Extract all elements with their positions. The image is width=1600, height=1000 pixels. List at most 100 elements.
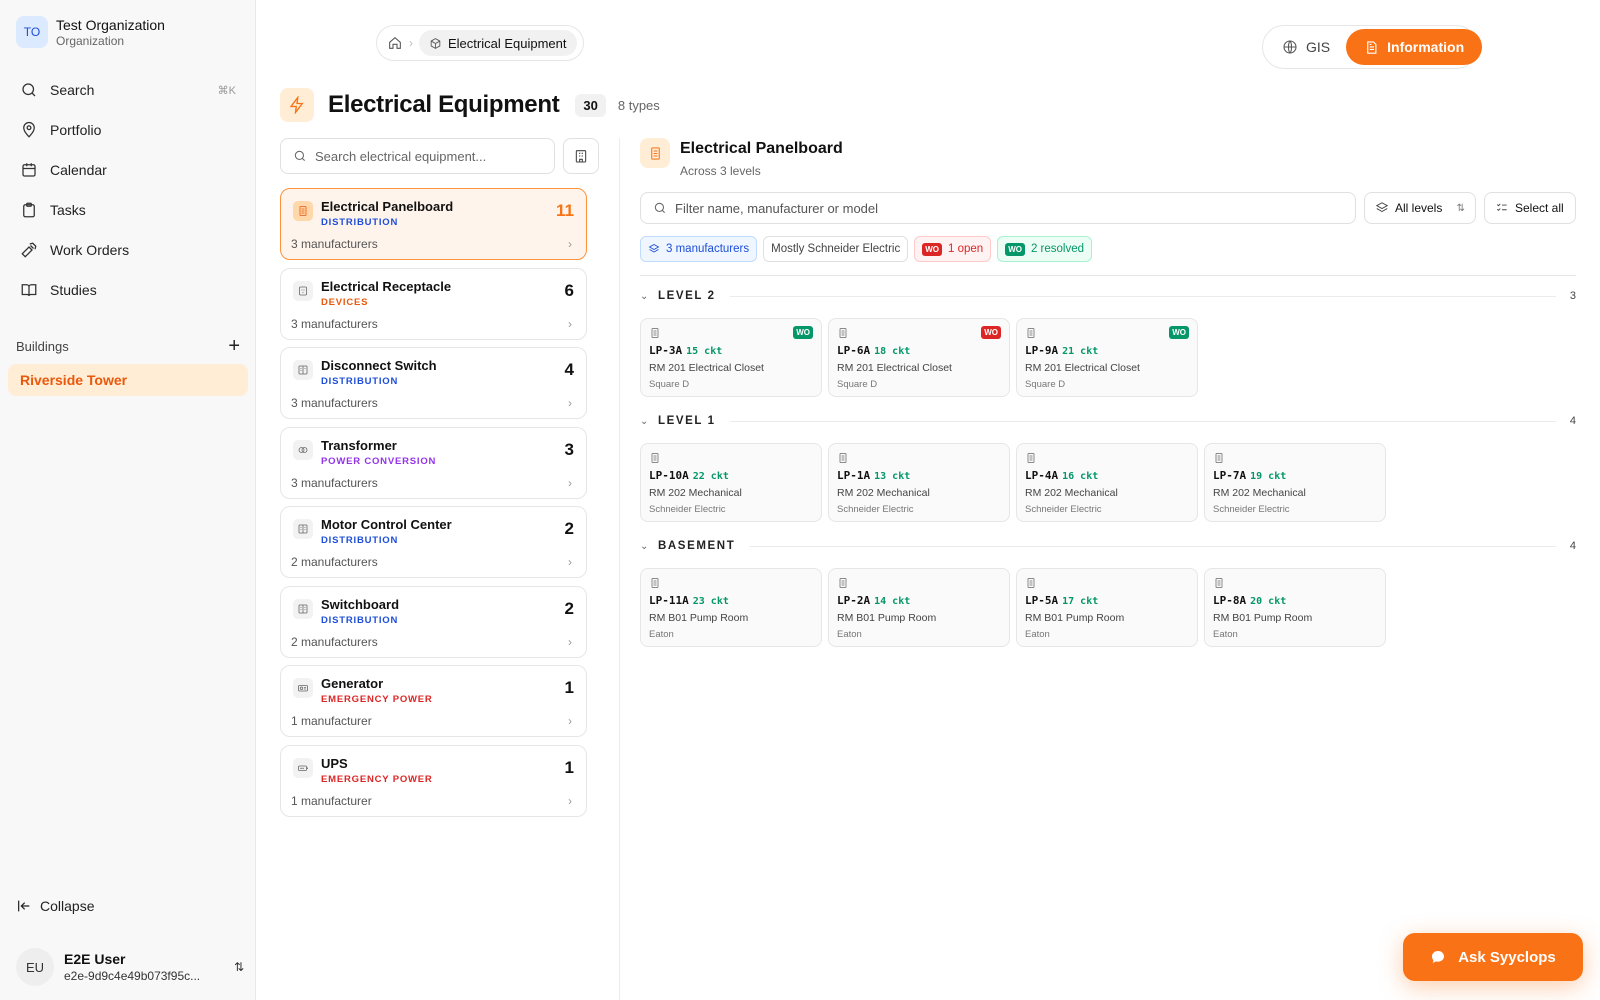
building-icon bbox=[573, 148, 589, 164]
battery-icon bbox=[293, 757, 313, 778]
levels-select[interactable]: All levels ⇅ bbox=[1364, 192, 1476, 224]
document-icon bbox=[1364, 40, 1379, 55]
org-switcher[interactable]: TO Test Organization Organization bbox=[16, 16, 165, 48]
level-header[interactable]: ⌄ LEVEL 2 3 bbox=[640, 286, 1576, 306]
nav-item-studies[interactable]: Studies bbox=[8, 270, 248, 310]
type-category: DISTRIBUTION bbox=[321, 535, 399, 546]
equipment-manufacturer: Eaton bbox=[1213, 629, 1238, 640]
equipment-card[interactable]: LP-4A 16 ckt RM 202 Mechanical Schneider … bbox=[1016, 443, 1198, 522]
information-tab[interactable]: Information bbox=[1346, 29, 1483, 65]
ask-assistant-button[interactable]: Ask Syyclops bbox=[1403, 933, 1583, 981]
type-card[interactable]: Disconnect Switch DISTRIBUTION 4 3 manuf… bbox=[280, 347, 587, 419]
equipment-card[interactable]: WO LP-9A 21 ckt RM 201 Electrical Closet … bbox=[1016, 318, 1198, 397]
equipment-manufacturer: Eaton bbox=[837, 629, 862, 640]
type-card[interactable]: Motor Control Center DISTRIBUTION 2 2 ma… bbox=[280, 506, 587, 578]
panel-icon bbox=[837, 452, 849, 464]
circuit-count: 15 ckt bbox=[686, 346, 723, 357]
open-wo-chip[interactable]: WO 1 open bbox=[914, 236, 992, 262]
nav-item-tasks[interactable]: Tasks bbox=[8, 190, 248, 230]
building-item[interactable]: Riverside Tower bbox=[8, 364, 248, 396]
equipment-manufacturer: Square D bbox=[1025, 379, 1066, 390]
panel-icon bbox=[640, 138, 670, 168]
equipment-card[interactable]: LP-5A 17 ckt RM B01 Pump Room Eaton bbox=[1016, 568, 1198, 647]
nav-item-portfolio[interactable]: Portfolio bbox=[8, 110, 248, 150]
nav-item-search[interactable]: Search ⌘K bbox=[8, 70, 248, 110]
lightning-icon bbox=[280, 88, 314, 122]
equipment-id: LP-5A bbox=[1025, 594, 1059, 607]
search-icon bbox=[653, 201, 667, 215]
user-menu[interactable]: EU E2E User e2e-9d9c4e49b073f95c... ⇅ bbox=[16, 948, 244, 986]
equipment-card[interactable]: LP-11A 23 ckt RM B01 Pump Room Eaton bbox=[640, 568, 822, 647]
type-count: 11 bbox=[556, 201, 574, 220]
wo-badge: WO bbox=[793, 326, 813, 339]
level-count: 4 bbox=[1569, 540, 1576, 552]
mcc-icon bbox=[293, 519, 313, 539]
home-icon[interactable] bbox=[387, 35, 403, 51]
total-count-badge: 30 bbox=[575, 93, 606, 117]
search-input[interactable] bbox=[315, 148, 535, 164]
type-card[interactable]: Electrical Panelboard DISTRIBUTION 11 3 … bbox=[280, 188, 587, 260]
type-manufacturers: 3 manufacturers bbox=[291, 475, 378, 490]
equipment-id: LP-9A bbox=[1025, 344, 1059, 357]
resolved-wo-chip[interactable]: WO 2 resolved bbox=[997, 236, 1093, 262]
equipment-card[interactable]: WO LP-3A 15 ckt RM 201 Electrical Closet … bbox=[640, 318, 822, 397]
nav-item-work-orders[interactable]: Work Orders bbox=[8, 230, 248, 270]
checklist-icon bbox=[1495, 201, 1509, 215]
circuit-count: 21 ckt bbox=[1062, 346, 1099, 357]
chevron-down-icon: ⌄ bbox=[640, 415, 649, 427]
equipment-name: LP-9A 21 ckt bbox=[1025, 344, 1098, 357]
select-all-button[interactable]: Select all bbox=[1484, 192, 1576, 224]
nav-item-label: Search bbox=[50, 82, 95, 98]
circuit-count: 20 ckt bbox=[1250, 596, 1287, 607]
type-card[interactable]: Generator EMERGENCY POWER 1 1 manufactur… bbox=[280, 665, 587, 737]
nav-item-calendar[interactable]: Calendar bbox=[8, 150, 248, 190]
equipment-manufacturer: Schneider Electric bbox=[1025, 504, 1102, 515]
type-card[interactable]: Electrical Receptacle DEVICES 6 3 manufa… bbox=[280, 267, 587, 340]
equipment-card[interactable]: LP-10A 22 ckt RM 202 Mechanical Schneider… bbox=[640, 443, 822, 522]
manufacturers-chip[interactable]: 3 manufacturers bbox=[640, 236, 758, 262]
mostly-chip: Mostly Schneider Electric bbox=[763, 236, 909, 262]
type-category: POWER CONVERSION bbox=[321, 455, 437, 467]
panel-icon bbox=[293, 201, 313, 221]
equipment-card[interactable]: WO LP-6A 18 ckt RM 201 Electrical Closet … bbox=[828, 318, 1010, 397]
equipment-card[interactable]: LP-1A 13 ckt RM 202 Mechanical Schneider … bbox=[828, 443, 1010, 522]
user-name: E2E User bbox=[64, 951, 126, 967]
level-header[interactable]: ⌄ BASEMENT 4 bbox=[640, 536, 1576, 556]
equipment-name: LP-6A 18 ckt bbox=[837, 344, 910, 357]
outlet-icon bbox=[293, 280, 313, 301]
type-manufacturers: 3 manufacturers bbox=[291, 237, 378, 251]
chevron-down-icon: ⌄ bbox=[640, 540, 649, 552]
type-card[interactable]: Switchboard DISTRIBUTION 2 2 manufacture… bbox=[280, 585, 587, 658]
equipment-card[interactable]: LP-7A 19 ckt RM 202 Mechanical Schneider … bbox=[1204, 443, 1386, 522]
chevron-right-icon: › bbox=[409, 36, 413, 50]
wo-badge: WO bbox=[1005, 242, 1025, 256]
level-header[interactable]: ⌄ LEVEL 1 4 bbox=[640, 411, 1576, 431]
org-avatar: TO bbox=[16, 16, 48, 48]
nav-item-label: Calendar bbox=[50, 162, 107, 178]
type-category: EMERGENCY POWER bbox=[321, 694, 433, 705]
nav-item-label: Tasks bbox=[50, 202, 86, 218]
gis-tab[interactable]: GIS bbox=[1266, 39, 1346, 55]
chevron-right-icon: › bbox=[568, 475, 572, 490]
collapse-button[interactable]: Collapse bbox=[16, 898, 94, 914]
building-filter-button[interactable] bbox=[563, 138, 599, 174]
breadcrumb-current[interactable]: Electrical Equipment bbox=[419, 30, 577, 56]
filter-input[interactable] bbox=[675, 200, 1335, 216]
nav-item-label: Studies bbox=[50, 282, 97, 298]
add-building-button[interactable]: + bbox=[228, 336, 240, 356]
panel-icon bbox=[1025, 577, 1037, 589]
chevron-right-icon: › bbox=[568, 396, 572, 410]
equipment-room: RM 202 Mechanical bbox=[837, 487, 930, 499]
type-card[interactable]: UPS EMERGENCY POWER 1 1 manufacturer › bbox=[280, 744, 587, 817]
equipment-card[interactable]: LP-8A 20 ckt RM B01 Pump Room Eaton bbox=[1204, 568, 1386, 647]
equipment-name: LP-3A 15 ckt bbox=[649, 344, 722, 357]
level-name: LEVEL 2 bbox=[658, 290, 716, 302]
box-icon bbox=[429, 37, 442, 50]
equipment-id: LP-10A bbox=[649, 469, 689, 482]
circuit-count: 19 ckt bbox=[1250, 471, 1287, 482]
summary-chips: 3 manufacturers Mostly Schneider Electri… bbox=[640, 236, 1093, 262]
chevron-right-icon: › bbox=[568, 714, 572, 728]
type-card[interactable]: Transformer POWER CONVERSION 3 3 manufac… bbox=[280, 426, 587, 499]
equipment-manufacturer: Schneider Electric bbox=[649, 504, 726, 515]
equipment-card[interactable]: LP-2A 14 ckt RM B01 Pump Room Eaton bbox=[828, 568, 1010, 647]
